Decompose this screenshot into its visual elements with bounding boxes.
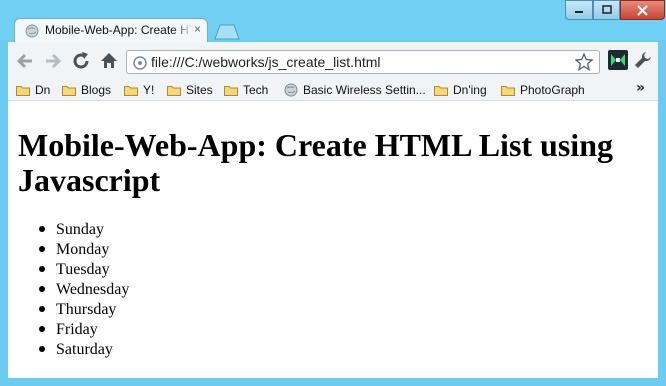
- globe-icon: [284, 83, 298, 97]
- bookmark-blogs[interactable]: Blogs: [62, 82, 111, 98]
- folder-icon: [501, 85, 515, 96]
- address-bar[interactable]: file:///C:/webworks/js_create_list.html: [126, 50, 600, 74]
- address-text: file:///C:/webworks/js_create_list.html: [151, 54, 381, 70]
- bookmark-label: Sites: [186, 83, 213, 97]
- browser-window: Mobile-Web-App: Create HTML List using J…: [0, 0, 666, 386]
- close-icon: [637, 4, 648, 16]
- active-tab[interactable]: Mobile-Web-App: Create HTML List using J…: [14, 18, 208, 42]
- bookmark-basic-wireless[interactable]: Basic Wireless Settin...: [284, 82, 426, 98]
- home-icon[interactable]: [98, 50, 120, 72]
- close-window-button[interactable]: [620, 0, 665, 20]
- folder-icon: [224, 85, 238, 96]
- tab-title: Mobile-Web-App: Create HTML List using J…: [45, 23, 193, 37]
- bookmark-label: PhotoGraph: [520, 83, 585, 97]
- bookmark-label: Tech: [243, 83, 269, 97]
- bookmark-label: Y!: [143, 83, 155, 97]
- list-item: Wednesday: [38, 281, 130, 298]
- folder-icon: [167, 85, 181, 96]
- bookmark-dning[interactable]: Dn'ing: [434, 82, 487, 98]
- page-icon: [133, 56, 147, 70]
- tab-close-button[interactable]: ×: [194, 22, 201, 36]
- list-item: Monday: [38, 240, 129, 260]
- bookmark-photograph[interactable]: PhotoGraph: [501, 82, 585, 98]
- bookmark-tech[interactable]: Tech: [224, 82, 268, 98]
- window-frame-bottom: [0, 378, 666, 386]
- bookmark-label: Dn'ing: [453, 83, 487, 97]
- folder-icon: [62, 85, 76, 96]
- bookmarks-overflow-button[interactable]: »: [636, 80, 645, 96]
- list-item: Friday: [38, 320, 129, 340]
- reload-icon[interactable]: [70, 50, 92, 72]
- bookmark-y[interactable]: Y!: [124, 82, 154, 98]
- minimize-button[interactable]: [565, 0, 593, 20]
- list-item: Thursday: [38, 300, 129, 320]
- bookmarks-bar: Dn Blogs Y! Sites Tech Basic Wireless Se…: [8, 80, 658, 100]
- folder-icon: [16, 85, 30, 96]
- list-item: Tuesday: [38, 260, 129, 280]
- page-content: Mobile-Web-App: Create HTML List using J…: [8, 100, 658, 379]
- folder-icon: [124, 85, 138, 96]
- maximize-icon: [601, 5, 612, 14]
- list-item: Saturday: [38, 340, 129, 360]
- day-list: Sunday Monday Tuesday Wednesday Thursday…: [38, 220, 130, 360]
- bookmark-label: Basic Wireless Settin...: [303, 83, 426, 97]
- bookmark-label: Dn: [35, 83, 51, 97]
- minimize-icon: [575, 11, 583, 13]
- globe-icon: [25, 24, 39, 38]
- back-arrow-icon[interactable]: [14, 50, 36, 72]
- folder-icon: [434, 85, 448, 96]
- forward-arrow-icon[interactable]: [42, 50, 64, 72]
- bookmark-star-icon[interactable]: [575, 53, 593, 71]
- page-heading: Mobile-Web-App: Create HTML List using J…: [18, 127, 613, 198]
- list-item: Sunday: [38, 220, 129, 240]
- wrench-icon[interactable]: [633, 50, 653, 70]
- maximize-button[interactable]: [593, 0, 620, 20]
- toolbar: file:///C:/webworks/js_create_list.html: [8, 42, 658, 80]
- title-bar: Mobile-Web-App: Create HTML List using J…: [0, 0, 666, 42]
- new-tab-button[interactable]: [214, 24, 240, 40]
- bookmark-sites[interactable]: Sites: [167, 82, 213, 98]
- extension-icon[interactable]: [608, 50, 628, 70]
- bookmark-dn[interactable]: Dn: [16, 82, 50, 98]
- bookmark-label: Blogs: [81, 83, 112, 97]
